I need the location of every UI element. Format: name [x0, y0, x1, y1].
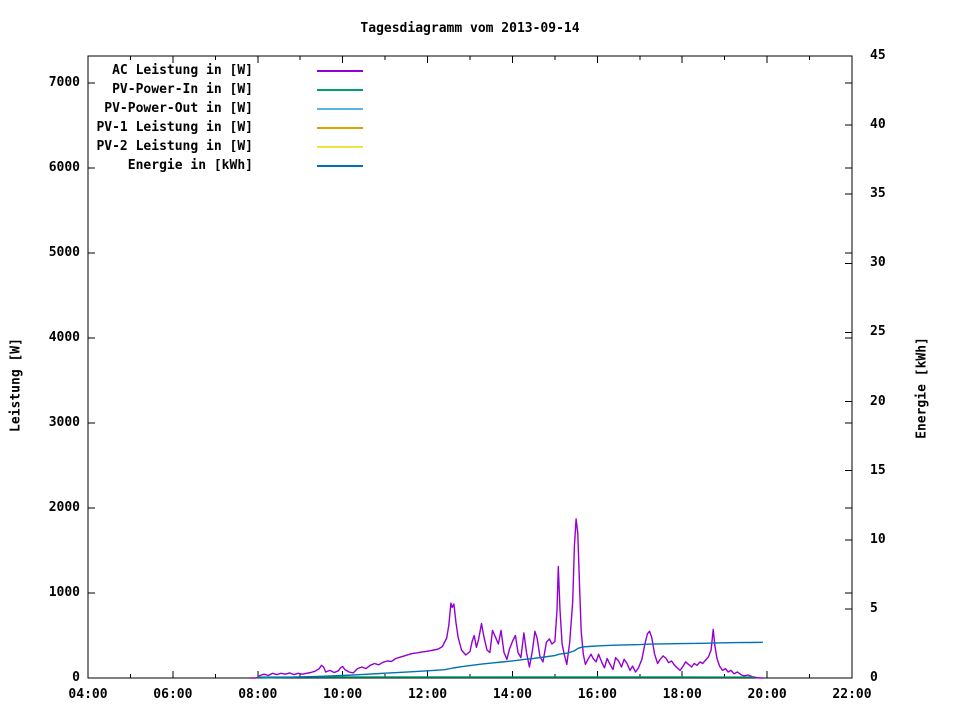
y2-tick-label: 5: [870, 600, 878, 616]
x-tick-label: 06:00: [153, 687, 193, 702]
y2-tick-label: 15: [870, 462, 886, 478]
legend-label: PV-Power-In in [W]: [112, 82, 253, 97]
legend-item-2: PV-Power-In in [W]: [0, 83, 960, 97]
x-tick-label: 04:00: [68, 687, 108, 702]
x-tick-label: 20:00: [747, 687, 787, 702]
y2-tick-label: 35: [870, 186, 886, 202]
legend-label: PV-1 Leistung in [W]: [96, 120, 253, 135]
legend-line-sample: [317, 70, 363, 72]
daily-pv-chart: Tagesdiagramm vom 2013-09-14 Leistung [W…: [0, 0, 960, 720]
y-tick-label: 4000: [48, 330, 80, 345]
x-tick-label: 12:00: [407, 687, 448, 702]
x-tick-label: 10:00: [323, 687, 363, 702]
x-tick-label: 08:00: [238, 687, 278, 702]
legend-label: Energie in [kWh]: [127, 158, 253, 173]
x-tick-label: 18:00: [662, 687, 702, 702]
series-line-ac-leistung-in-w-: [250, 518, 764, 679]
legend-line-sample: [317, 146, 363, 148]
y-tick-label: 2000: [48, 500, 80, 515]
legend-line-sample: [317, 89, 363, 91]
legend-item-1: AC Leistung in [W]: [0, 64, 960, 78]
y-tick-label: 5000: [48, 245, 80, 260]
x-tick-label: 22:00: [832, 687, 872, 702]
legend-line-sample: [317, 108, 363, 110]
y2-tick-label: 10: [870, 531, 886, 547]
legend-label: AC Leistung in [W]: [112, 63, 253, 78]
y-tick-label: 1000: [48, 585, 80, 600]
legend-item-4: PV-1 Leistung in [W]: [0, 121, 960, 135]
legend-item-5: PV-2 Leistung in [W]: [0, 140, 960, 154]
legend-label: PV-2 Leistung in [W]: [96, 139, 253, 154]
x-tick-label: 16:00: [577, 687, 617, 702]
y-tick-label: 0: [72, 670, 80, 685]
legend-item-3: PV-Power-Out in [W]: [0, 102, 960, 116]
y2-tick-label: 25: [870, 324, 886, 340]
legend-label: PV-Power-Out in [W]: [104, 101, 253, 116]
x-tick-label: 14:00: [492, 687, 533, 702]
legend-item-6: Energie in [kWh]: [0, 159, 960, 173]
legend-line-sample: [317, 127, 363, 129]
y2-tick-label: 20: [870, 393, 886, 409]
y-tick-label: 3000: [48, 415, 80, 430]
y2-tick-label: 0: [870, 670, 878, 685]
y2-tick-label: 45: [870, 48, 886, 63]
y2-tick-label: 30: [870, 255, 886, 271]
legend-line-sample: [317, 165, 363, 167]
